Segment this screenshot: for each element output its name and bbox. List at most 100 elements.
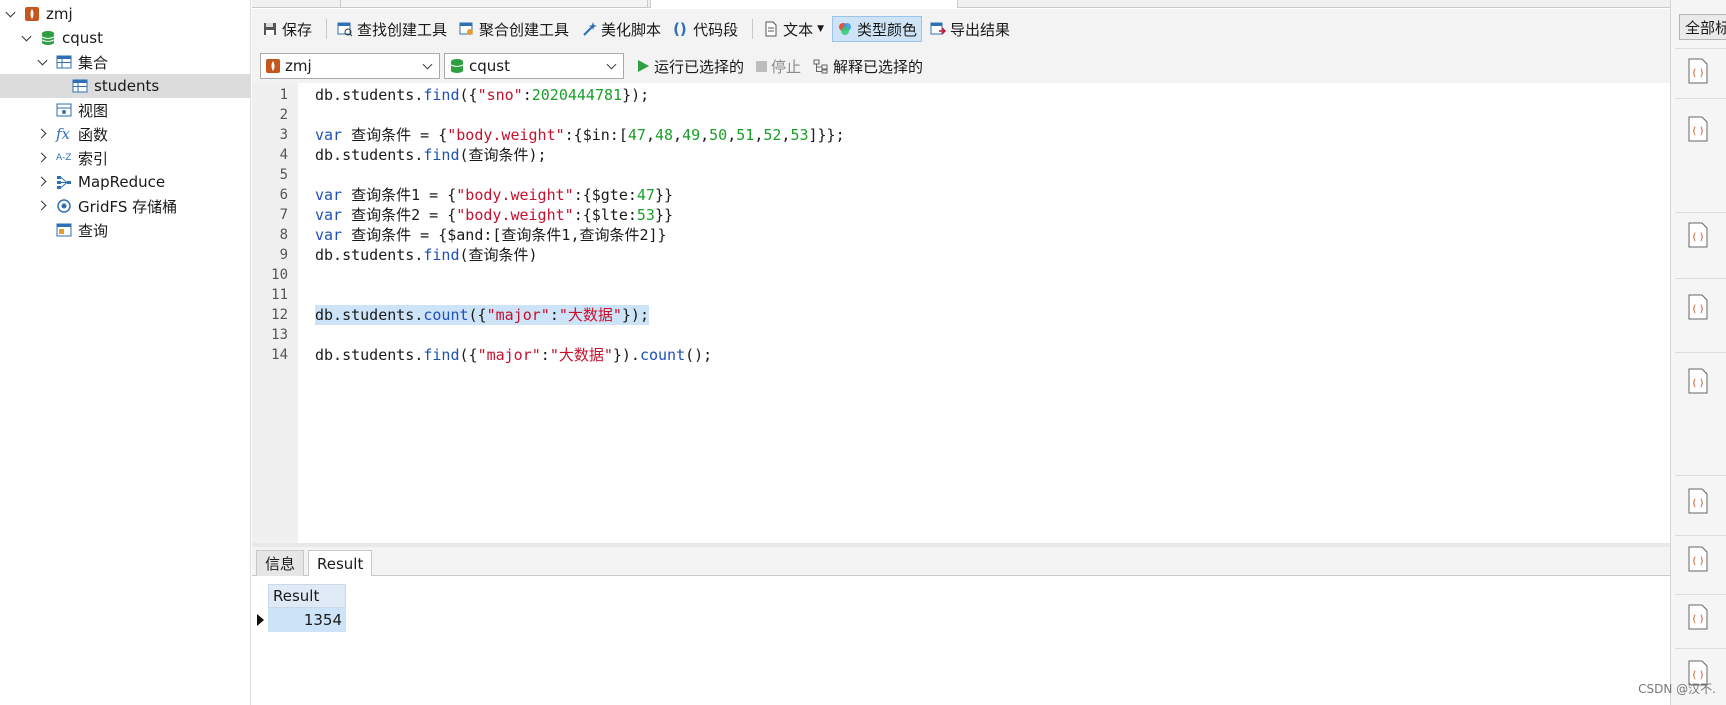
code-token-string: "body.weight" bbox=[456, 206, 574, 224]
document-tab-active[interactable] bbox=[650, 0, 958, 8]
code-line-14[interactable]: db.students.find({"major":"大数据"}).count(… bbox=[315, 345, 712, 365]
tree-label-collections: 集合 bbox=[78, 53, 109, 72]
code-snippet-file-icon[interactable]: ( ) bbox=[1687, 488, 1709, 514]
code-token-number: 52 bbox=[763, 126, 782, 144]
line-number: 6 bbox=[279, 187, 288, 203]
code-token-keyword: var bbox=[315, 126, 343, 144]
dropdown-arrow-icon[interactable]: ▼ bbox=[817, 24, 824, 34]
code-token-string: "major" bbox=[486, 306, 550, 324]
tree-node-queries[interactable]: 查询 bbox=[50, 218, 108, 242]
magic-wand-icon bbox=[583, 22, 598, 36]
svg-text:( ): ( ) bbox=[1693, 614, 1704, 625]
chevron-down-icon[interactable] bbox=[36, 55, 50, 69]
code-token: : bbox=[540, 346, 550, 364]
chevron-right-icon[interactable] bbox=[36, 199, 50, 213]
aggregate-builder-button[interactable]: 聚合创建工具 bbox=[455, 16, 573, 42]
code-snippet-file-icon[interactable]: ( ) bbox=[1687, 222, 1709, 248]
code-token: db.students. bbox=[315, 306, 424, 324]
beautify-button[interactable]: 美化脚本 bbox=[577, 16, 665, 42]
tree-node-database[interactable]: cqust bbox=[20, 26, 103, 50]
svg-text:( ): ( ) bbox=[1693, 304, 1704, 315]
tree-label-indexes: 索引 bbox=[78, 149, 109, 168]
tree-node-views[interactable]: 视图 bbox=[50, 98, 108, 122]
code-token-function: find bbox=[423, 146, 460, 164]
code-token: db.students. bbox=[315, 346, 424, 364]
code-line-8[interactable]: var 查询条件 = {$and:[查询条件1,查询条件2]} bbox=[315, 225, 667, 245]
code-line-12-selected[interactable]: db.students.count({"major":"大数据"}); bbox=[315, 305, 649, 325]
code-token: }); bbox=[621, 306, 649, 324]
save-button[interactable]: 保存 bbox=[258, 16, 316, 42]
chevron-right-icon[interactable] bbox=[36, 127, 50, 141]
panel-divider bbox=[1675, 48, 1726, 49]
panel-divider bbox=[1675, 475, 1726, 476]
tree-node-indexes[interactable]: A-Z 索引 bbox=[36, 146, 108, 170]
code-line-3[interactable]: var 查询条件 = {"body.weight":{$in:[47,48,49… bbox=[315, 125, 845, 145]
line-number: 12 bbox=[271, 307, 288, 323]
text-view-button[interactable]: 文本 ▼ bbox=[759, 16, 828, 42]
code-line-1[interactable]: db.students.find({"sno":2020444781}); bbox=[315, 85, 649, 105]
code-token-function: find bbox=[423, 86, 460, 104]
code-line-7[interactable]: var 查询条件2 = {"body.weight":{$lte:53}} bbox=[315, 205, 673, 225]
connection-select-value: zmj bbox=[285, 57, 312, 75]
row-indicator-icon bbox=[257, 614, 264, 626]
code-snippet-file-icon[interactable]: ( ) bbox=[1687, 546, 1709, 572]
tab-result[interactable]: Result bbox=[308, 550, 373, 577]
tree-node-functions[interactable]: fx 函数 bbox=[36, 122, 108, 146]
type-color-button[interactable]: 类型颜色 bbox=[832, 16, 923, 42]
chevron-down-icon bbox=[606, 59, 617, 70]
tree-node-collections[interactable]: 集合 bbox=[36, 50, 108, 74]
code-line-6[interactable]: var 查询条件1 = {"body.weight":{$gte:47}} bbox=[315, 185, 673, 205]
snippet-button[interactable]: () 代码段 bbox=[669, 16, 742, 42]
explain-selected-button[interactable]: 解释已选择的 bbox=[813, 56, 923, 77]
toolbar-divider bbox=[752, 19, 754, 39]
code-line-9[interactable]: db.students.find(查询条件) bbox=[315, 245, 538, 265]
chevron-down-icon[interactable] bbox=[4, 7, 18, 21]
all-tags-label: 全部标 bbox=[1685, 18, 1726, 37]
code-token-keyword: var bbox=[315, 226, 343, 244]
code-line-4[interactable]: db.students.find(查询条件); bbox=[315, 145, 547, 165]
chevron-right-icon[interactable] bbox=[36, 175, 50, 189]
code-token-keyword: var bbox=[315, 206, 343, 224]
code-token: , bbox=[754, 126, 764, 144]
chevron-right-icon[interactable] bbox=[36, 151, 50, 165]
result-cell[interactable]: 1354 bbox=[268, 608, 346, 632]
tree-label-database: cqust bbox=[62, 29, 103, 47]
tab-info[interactable]: 信息 bbox=[256, 550, 305, 576]
code-snippet-file-icon[interactable]: ( ) bbox=[1687, 116, 1709, 142]
save-icon bbox=[264, 23, 276, 35]
tab-result-label: Result bbox=[317, 555, 364, 573]
tree-node-connection[interactable]: zmj bbox=[4, 2, 73, 26]
tree-node-mapreduce[interactable]: MapReduce bbox=[36, 170, 165, 194]
svg-text:( ): ( ) bbox=[1693, 498, 1704, 509]
panel-divider bbox=[1675, 212, 1726, 213]
code-snippet-file-icon[interactable]: ( ) bbox=[1687, 58, 1709, 84]
code-token-number: 51 bbox=[736, 126, 755, 144]
stop-button[interactable]: 停止 bbox=[756, 56, 801, 77]
code-token-string: "body.weight" bbox=[456, 186, 574, 204]
chevron-down-icon bbox=[422, 59, 433, 70]
chevron-down-icon[interactable] bbox=[20, 31, 34, 45]
all-tags-button[interactable]: 全部标 bbox=[1679, 14, 1726, 40]
code-token-number: 2020444781 bbox=[531, 86, 623, 104]
find-builder-button[interactable]: 查找创建工具 bbox=[333, 16, 451, 42]
code-snippet-file-icon[interactable]: ( ) bbox=[1687, 368, 1709, 394]
svg-text:( ): ( ) bbox=[1693, 556, 1704, 567]
tree-label-views: 视图 bbox=[78, 101, 109, 120]
tree-node-gridfs[interactable]: GridFS 存储桶 bbox=[36, 194, 177, 218]
export-results-button[interactable]: 导出结果 bbox=[926, 16, 1014, 42]
run-selected-button[interactable]: 运行已选择的 bbox=[636, 56, 744, 77]
tree-node-students[interactable]: students bbox=[0, 74, 250, 98]
connection-select[interactable]: zmj bbox=[260, 53, 440, 79]
line-number: 8 bbox=[279, 227, 288, 243]
code-token: }} bbox=[654, 206, 674, 224]
mongodb-connection-icon bbox=[266, 59, 280, 73]
database-select[interactable]: cqust bbox=[444, 53, 624, 79]
code-snippet-file-icon[interactable]: ( ) bbox=[1687, 604, 1709, 630]
connection-selector-row: zmj cqust 运行已选择的 停止 解释已选择的 bbox=[252, 49, 1670, 83]
code-editor[interactable]: 1 2 3 4 5 6 7 8 9 10 11 12 13 14 db.stud… bbox=[252, 83, 1670, 543]
code-snippet-file-icon[interactable]: ( ) bbox=[1687, 294, 1709, 320]
document-tab[interactable] bbox=[340, 0, 648, 8]
panel-divider bbox=[1675, 98, 1726, 99]
result-column-header[interactable]: Result bbox=[268, 584, 346, 608]
panel-divider bbox=[1675, 352, 1726, 353]
